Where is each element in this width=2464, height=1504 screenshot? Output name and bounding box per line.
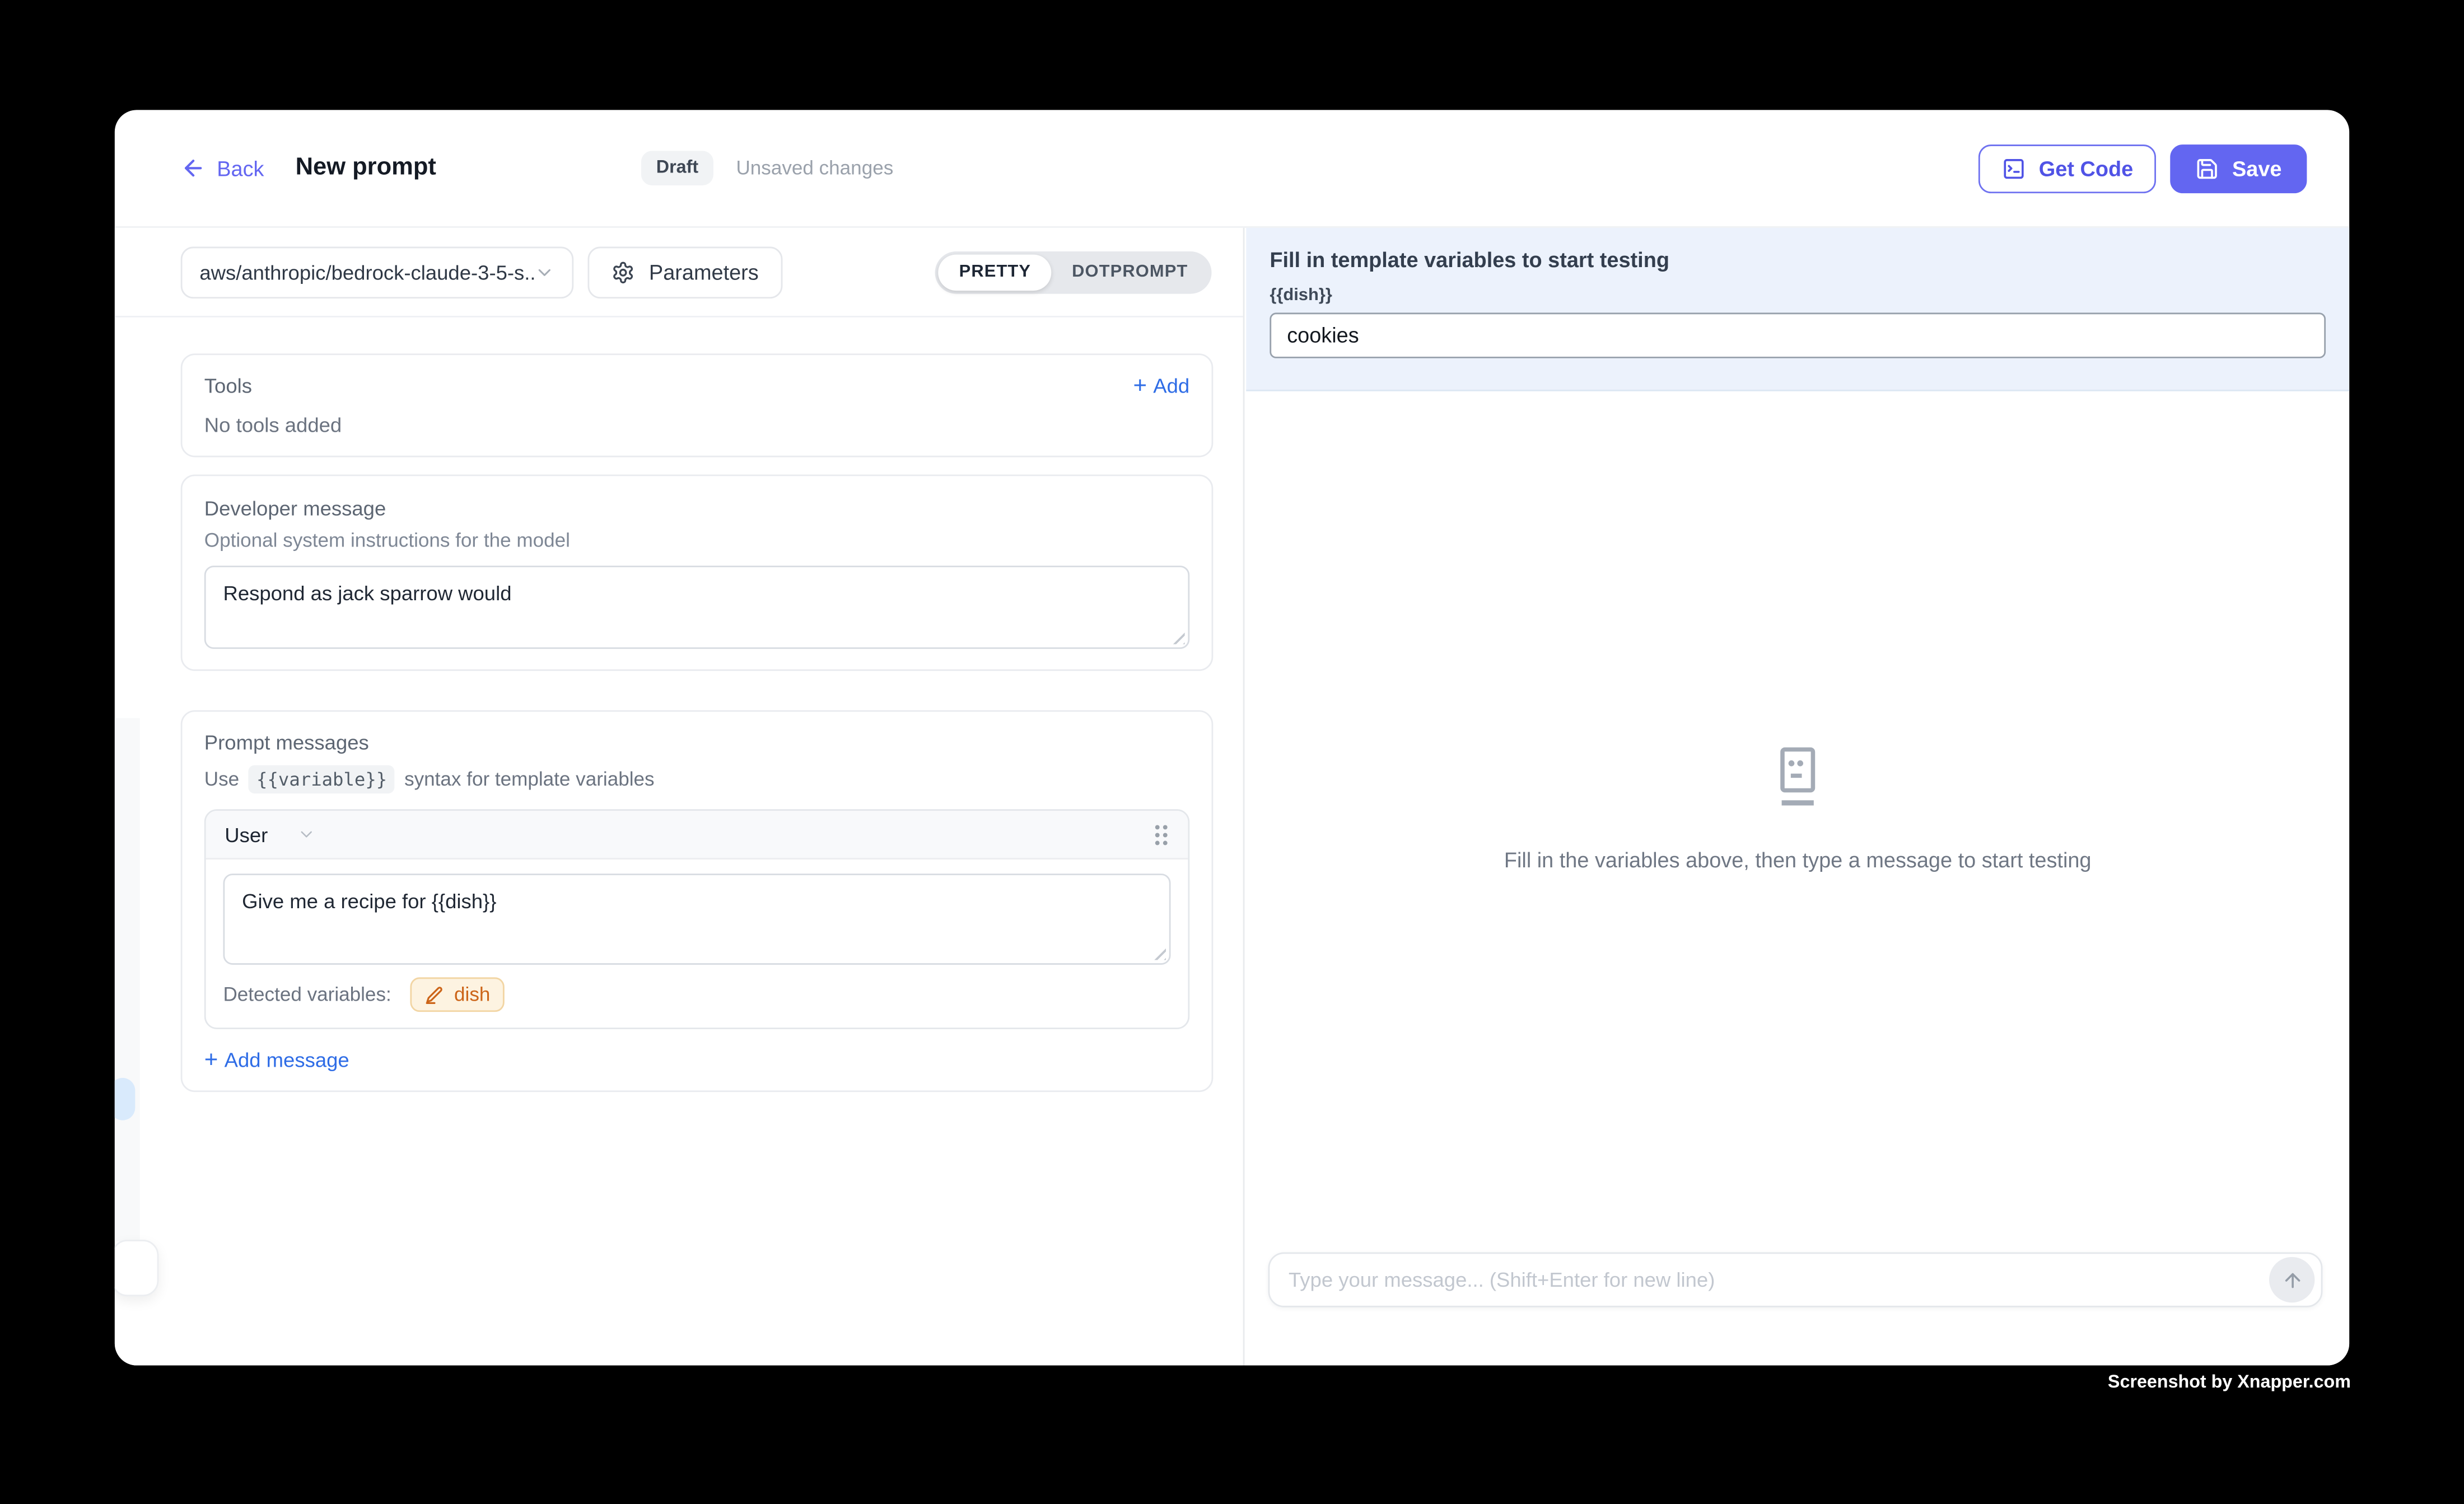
developer-message-subtitle: Optional system instructions for the mod… [204, 530, 1189, 552]
editor-scroll-area: Tools + Add No tools added Developer mes… [115, 317, 1243, 1092]
variable-badge-label: dish [454, 984, 490, 1006]
parameters-label: Parameters [649, 260, 759, 283]
clipped-sidebar-strip [115, 718, 140, 1241]
detected-variables-label: Detected variables: [223, 984, 391, 1006]
view-mode-toggle: PRETTY DOTPROMPT [936, 251, 1212, 293]
empty-state-text: Fill in the variables above, then type a… [1504, 848, 2092, 872]
chat-message-input[interactable] [1289, 1268, 2269, 1292]
save-label: Save [2232, 156, 2281, 180]
screenshot-canvas: Back New prompt Draft Unsaved changes Ge… [0, 0, 2464, 1503]
add-message-button[interactable]: + Add message [204, 1047, 1189, 1073]
save-icon [2196, 156, 2219, 180]
drag-handle-icon[interactable] [1154, 823, 1169, 846]
test-panel: Fill in template variables to start test… [1246, 228, 2349, 1366]
developer-message-input[interactable]: Respond as jack sparrow would [204, 566, 1189, 649]
plus-icon: + [204, 1047, 218, 1073]
plus-icon: + [1133, 372, 1147, 399]
parameters-button[interactable]: Parameters [587, 246, 782, 298]
detected-variables-row: Detected variables: dish [206, 965, 1188, 1027]
prompt-editor-panel: aws/anthropic/bedrock-claude-3-5-s... Pa… [115, 228, 1245, 1366]
arrow-up-icon [2281, 1269, 2303, 1291]
message-role-header: User [206, 811, 1188, 860]
template-syntax-hint: Use {{variable}} syntax for template var… [204, 765, 1189, 794]
xnapper-watermark: Screenshot by Xnapper.com [2108, 1374, 2351, 1393]
add-tool-button[interactable]: + Add [1133, 372, 1189, 399]
send-button[interactable] [2269, 1257, 2314, 1302]
back-button[interactable]: Back [181, 156, 264, 181]
chat-empty-state: Fill in the variables above, then type a… [1246, 746, 2349, 872]
variables-header-title: Fill in template variables to start test… [1270, 248, 2326, 272]
message-text-input[interactable]: Give me a recipe for {{dish}} [223, 874, 1170, 965]
get-code-button[interactable]: Get Code [1979, 144, 2157, 193]
clipped-corner-card [115, 1240, 159, 1296]
developer-message-title: Developer message [204, 497, 1189, 520]
dish-variable-input[interactable] [1270, 312, 2326, 358]
arrow-left-icon [181, 156, 206, 181]
toggle-pretty[interactable]: PRETTY [939, 254, 1051, 290]
toggle-dotprompt[interactable]: DOTPROMPT [1052, 254, 1208, 290]
status-badge: Draft [641, 151, 714, 185]
page-title: New prompt [296, 154, 436, 183]
header: Back New prompt Draft Unsaved changes Ge… [115, 110, 2349, 227]
app-window: Back New prompt Draft Unsaved changes Ge… [115, 110, 2349, 1365]
get-code-label: Get Code [2039, 156, 2133, 180]
chevron-down-icon[interactable] [298, 825, 317, 844]
model-selector[interactable]: aws/anthropic/bedrock-claude-3-5-s... [181, 246, 574, 298]
developer-message-card: Developer message Optional system instru… [181, 474, 1214, 671]
unsaved-changes-text: Unsaved changes [736, 157, 893, 179]
tools-title: Tools [204, 374, 252, 398]
hint-suffix: syntax for template variables [404, 768, 654, 790]
hint-prefix: Use [204, 768, 239, 790]
template-variables-header: Fill in template variables to start test… [1246, 228, 2349, 391]
add-message-label: Add message [225, 1048, 349, 1072]
gear-icon [612, 260, 635, 283]
message-block: User Give me a recipe for {{dish}} [204, 809, 1189, 1029]
save-button[interactable]: Save [2171, 144, 2307, 193]
add-tool-label: Add [1153, 374, 1189, 398]
variable-code-chip: {{variable}} [249, 765, 395, 794]
prompt-messages-card: Prompt messages Use {{variable}} syntax … [181, 710, 1214, 1092]
prompt-messages-title: Prompt messages [204, 731, 1189, 754]
model-selector-value: aws/anthropic/bedrock-claude-3-5-s... [199, 260, 534, 283]
dish-variable-label: {{dish}} [1270, 286, 2326, 305]
pencil-icon [424, 984, 445, 1005]
clipped-sidebar-active-item [115, 1078, 135, 1120]
message-body: Give me a recipe for {{dish}} [206, 860, 1188, 965]
tools-empty-text: No tools added [204, 413, 1189, 437]
editor-toolbar: aws/anthropic/bedrock-claude-3-5-s... Pa… [115, 228, 1243, 317]
tools-card: Tools + Add No tools added [181, 353, 1214, 457]
role-select-value[interactable]: User [225, 823, 268, 846]
terminal-icon [2003, 156, 2026, 180]
back-label: Back [217, 156, 264, 180]
message-composer [1268, 1252, 2323, 1307]
variable-badge-dish[interactable]: dish [410, 977, 504, 1012]
robot-face-icon [1771, 746, 1824, 809]
chevron-down-icon [534, 261, 554, 282]
